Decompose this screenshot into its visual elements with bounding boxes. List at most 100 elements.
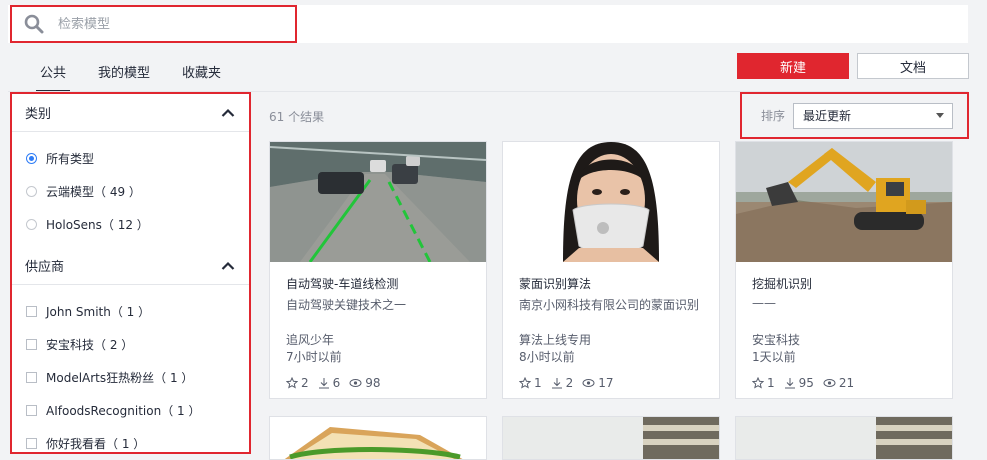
radio-icon[interactable] [26,219,37,230]
vendor-header[interactable]: 供应商 [12,247,249,285]
category-option-cloud[interactable]: 云端模型（ 49 ） [12,175,249,208]
model-card[interactable]: 挖掘机识别 —— 安宝科技 1天以前 1 95 21 [735,141,953,399]
card-image-books [503,417,719,459]
vendor-option[interactable]: AIfoodsRecognition（ 1 ） [12,394,249,427]
star-count: 1 [534,376,542,390]
filter-sidebar: 类别 所有类型 云端模型（ 49 ） HoloSens（ 12 ） 供应商 Jo… [10,92,251,454]
result-count: 61 个结果 [269,110,325,124]
new-button[interactable]: 新建 [737,53,849,79]
card-description: 南京小网科技有限公司的蒙面识别 [519,298,700,312]
option-label: 你好我看看（ 1 ） [46,437,146,451]
eye-icon [349,379,362,387]
card-title[interactable]: 挖掘机识别 [752,275,812,292]
star-icon [286,377,298,389]
tab-public[interactable]: 公共 [24,54,82,92]
category-title: 类别 [25,107,52,122]
tab-my-models[interactable]: 我的模型 [82,54,166,92]
vendor-option[interactable]: John Smith（ 1 ） [12,295,249,328]
radio-selected-icon[interactable] [26,153,37,164]
model-card[interactable] [269,416,487,460]
sort-value: 最近更新 [803,109,852,123]
download-stat: 6 [318,376,341,390]
card-title[interactable]: 蒙面识别算法 [519,275,591,292]
card-stats: 2 6 98 [286,376,390,390]
option-label: 安宝科技（ 2 ） [46,338,134,352]
card-image-excavator [736,142,952,262]
star-count: 1 [767,376,775,390]
search-input[interactable] [58,16,258,32]
card-image-masked-face [503,142,719,262]
option-label: HoloSens（ 12 ） [46,218,149,232]
category-header[interactable]: 类别 [12,94,249,132]
option-label: AIfoodsRecognition（ 1 ） [46,404,201,418]
chevron-up-icon[interactable] [221,261,235,271]
view-count: 21 [838,376,855,390]
download-count: 6 [332,376,341,390]
favorite-stat[interactable]: 1 [519,376,542,390]
card-time: 1天以前 [752,350,796,364]
docs-button[interactable]: 文档 [857,53,969,79]
download-stat: 2 [551,376,574,390]
model-card[interactable]: 蒙面识别算法 南京小网科技有限公司的蒙面识别 算法上线专用 8小时以前 1 2 … [502,141,720,399]
view-stat: 98 [349,376,381,390]
card-image-tunnel [270,142,486,262]
card-stats: 1 2 17 [519,376,623,390]
option-label: John Smith（ 1 ） [46,305,151,319]
card-description: 自动驾驶关键技术之一 [286,298,407,312]
model-card[interactable] [735,416,953,460]
card-description: —— [752,296,776,310]
star-count: 2 [301,376,309,390]
download-stat: 95 [784,376,814,390]
download-icon [551,378,562,389]
caret-down-icon [936,113,945,118]
card-author: 算法上线专用 [519,333,592,347]
download-count: 2 [565,376,574,390]
star-icon [752,377,764,389]
card-author: 追风少年 [286,333,335,347]
vendor-title: 供应商 [25,260,65,275]
checkbox-icon[interactable] [26,339,37,350]
view-stat: 17 [582,376,614,390]
card-time: 8小时以前 [519,350,575,364]
vendor-option[interactable]: ModelArts狂热粉丝（ 1 ） [12,361,249,394]
option-label: 云端模型（ 49 ） [46,185,141,199]
checkbox-icon[interactable] [26,306,37,317]
chevron-up-icon[interactable] [221,108,235,118]
checkbox-icon[interactable] [26,438,37,449]
download-icon [784,378,795,389]
favorite-stat[interactable]: 2 [286,376,309,390]
option-label: 所有类型 [46,152,95,166]
view-count: 98 [365,376,381,390]
model-card[interactable] [502,416,720,460]
eye-icon [823,379,836,387]
search-box[interactable] [10,5,297,43]
download-icon [318,378,329,389]
search-bar [8,5,968,43]
category-option-all[interactable]: 所有类型 [12,142,249,175]
checkbox-icon[interactable] [26,405,37,416]
eye-icon [582,379,595,387]
card-title[interactable]: 自动驾驶-车道线检测 [286,275,398,292]
favorite-stat[interactable]: 1 [752,376,775,390]
download-count: 95 [798,376,814,390]
card-author: 安宝科技 [752,333,801,347]
view-count: 17 [598,376,614,390]
sort-label: 排序 [761,109,786,123]
star-icon [519,377,531,389]
option-label: ModelArts狂热粉丝（ 1 ） [46,371,194,385]
search-icon [24,14,44,34]
card-image-books [736,417,952,459]
checkbox-icon[interactable] [26,372,37,383]
card-time: 7小时以前 [286,350,342,364]
vendor-option[interactable]: 安宝科技（ 2 ） [12,328,249,361]
sort-select[interactable]: 最近更新 [793,102,954,129]
category-option-holosens[interactable]: HoloSens（ 12 ） [12,208,249,241]
vendor-option[interactable]: 你好我看看（ 1 ） [12,427,249,452]
sort-control: 排序 最近更新 [740,92,969,139]
card-image-sandwich [270,417,486,459]
tab-bar: 公共 我的模型 收藏夹 [24,54,237,92]
radio-icon[interactable] [26,186,37,197]
card-stats: 1 95 21 [752,376,863,390]
model-card[interactable]: 自动驾驶-车道线检测 自动驾驶关键技术之一 追风少年 7小时以前 2 6 98 [269,141,487,399]
tab-favorites[interactable]: 收藏夹 [166,54,237,92]
